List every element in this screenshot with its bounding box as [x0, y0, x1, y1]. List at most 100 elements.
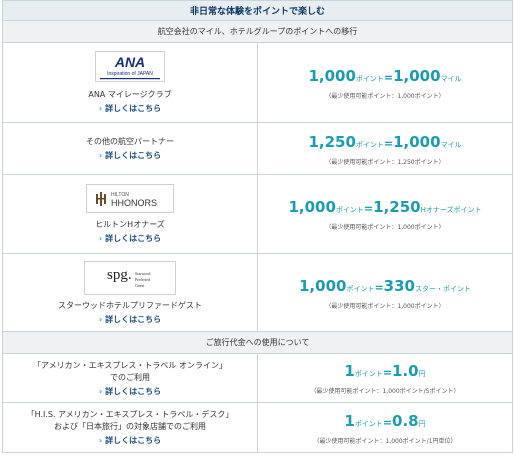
table-row: spg. Starwood Preferred Guest スターウッドホテルプ… [2, 253, 513, 332]
points-amount: 1,250 [308, 132, 356, 151]
points-amount: 1,000 [308, 66, 356, 85]
reward-amount: 1,250 [373, 198, 421, 216]
spg-logo-sub3: Guest [135, 283, 145, 288]
details-link-travel-online[interactable]: › 詳しくはこちら [99, 386, 161, 397]
points-unit: ポイント [355, 140, 384, 149]
hilton-hhonors-logo: HILTON HHONORS [86, 184, 174, 213]
conversion-rate: 1ポイント=0.8円 [258, 411, 512, 430]
ana-logo: ANA Inspiration of JAPAN [95, 51, 165, 82]
equals-sign: = [382, 366, 393, 379]
minimum-points-note: （最少使用可能ポイント：1,000ポイント） [325, 302, 445, 310]
rate-cell-his-desk: 1ポイント=0.8円 （最少使用可能ポイント：1,000ポイント/1円単位） [257, 402, 513, 453]
usage-line2: でのご利用 [110, 372, 150, 382]
minimum-points-note: （最少使用可能ポイント：1,250ポイント） [325, 158, 445, 166]
chevron-right-icon: › [98, 386, 103, 396]
rate-cell-travel-online: 1ポイント=1.0円 （最少使用可能ポイント：1,000ポイント/5ポイント） [257, 353, 513, 403]
points-amount: 1,000 [299, 276, 347, 295]
details-link-label: 詳しくはこちら [105, 151, 162, 160]
equals-sign: = [382, 415, 393, 429]
rate-cell-spg: 1,000ポイント=330スター・ポイント （最少使用可能ポイント：1,000ポ… [257, 253, 513, 332]
table-row: HILTON HHONORS ヒルトンHオナーズ › 詳しくはこちら 1,000ポ… [2, 174, 513, 254]
points-unit: ポイント [335, 206, 364, 214]
rate-cell-other-airlines: 1,250ポイント=1,000マイル （最少使用可能ポイント：1,250ポイント… [257, 122, 513, 175]
reward-unit: スター・ポイント [414, 284, 471, 293]
hilton-logo-line2: HHONORS [111, 198, 157, 208]
points-amount: 1,000 [288, 198, 336, 216]
table-row: 「アメリカン・エキスプレス・トラベル オンライン」 でのご利用 › 詳しくはこちら… [2, 353, 513, 403]
partner-name: スターウッドホテルプリファードゲスト [58, 300, 202, 310]
equals-sign: = [383, 136, 394, 150]
points-table-panel: 非日常な体験をポイントで楽しむ 航空会社のマイル、ホテルグループのポイントへの移… [0, 0, 515, 466]
details-link-ana[interactable]: › 詳しくはこちら [99, 103, 161, 114]
usage-line1: 「H.I.S. アメリカン・エキスプレス・トラベル・デスク」 [26, 410, 234, 419]
details-link-label: 詳しくはこちら [105, 234, 162, 243]
points-unit: ポイント [355, 74, 384, 83]
details-link-label: 詳しくはこちら [105, 436, 162, 445]
equals-sign: = [383, 70, 394, 84]
details-link-label: 詳しくはこちら [105, 386, 162, 396]
partner-cell-other-airlines: その他の航空パートナー › 詳しくはこちら [2, 122, 258, 175]
details-link-other-airlines[interactable]: › 詳しくはこちら [99, 150, 161, 161]
section-title-transfer: 航空会社のマイル、ホテルグループのポイントへの移行 [2, 20, 513, 43]
rate-cell-ana: 1,000ポイント=1,000マイル （最少使用可能ポイント：1,000ポイント… [257, 42, 513, 123]
chevron-right-icon: › [98, 314, 103, 324]
section-header-travel: ご旅行代金への使用について [2, 331, 513, 354]
details-link-label: 詳しくはこちら [105, 314, 162, 324]
minimum-points-note: （最少使用可能ポイント：1,000ポイント/5ポイント） [310, 388, 460, 395]
chevron-right-icon: › [98, 436, 103, 445]
table-row: ANA Inspiration of JAPAN ANA マイレージクラブ › 詳… [2, 42, 513, 123]
usage-line2: および「日本旅行」の対象店舗でのご利用 [54, 422, 206, 431]
reward-amount: 1,000 [393, 132, 441, 151]
reward-unit: 円 [418, 370, 426, 378]
partner-cell-hilton: HILTON HHONORS ヒルトンHオナーズ › 詳しくはこちら [2, 174, 258, 254]
points-table: 非日常な体験をポイントで楽しむ 航空会社のマイル、ホテルグループのポイントへの移… [2, 0, 513, 453]
reward-unit: マイル [440, 140, 462, 149]
spg-logo-wordmark: spg. [107, 267, 132, 283]
points-unit: ポイント [354, 370, 383, 378]
reward-amount: 330 [383, 276, 415, 295]
table-header-row: 非日常な体験をポイントで楽しむ [2, 0, 513, 21]
reward-amount: 1.0 [392, 362, 419, 380]
spg-logo-sub2: Preferred [135, 277, 150, 282]
partner-name: ANA マイレージクラブ [88, 90, 172, 99]
chevron-right-icon: › [98, 234, 103, 243]
details-link-his-desk[interactable]: › 詳しくはこちら [99, 435, 161, 446]
points-amount: 1 [344, 362, 355, 380]
spg-logo: spg. Starwood Preferred Guest [84, 260, 176, 295]
reward-amount: 1,000 [393, 66, 441, 85]
points-amount: 1 [344, 411, 355, 430]
points-unit: ポイント [354, 419, 383, 428]
section-header-transfer: 航空会社のマイル、ホテルグループのポイントへの移行 [2, 20, 513, 43]
equals-sign: = [374, 280, 384, 294]
conversion-rate: 1,000ポイント=1,000マイル [258, 66, 512, 85]
rate-cell-hilton: 1,000ポイント=1,250Hオナーズポイント （最少使用可能ポイント：1,0… [257, 174, 513, 254]
section-title-travel: ご旅行代金への使用について [2, 331, 513, 354]
table-row: その他の航空パートナー › 詳しくはこちら 1,250ポイント=1,000マイル … [2, 122, 513, 175]
ana-logo-wordmark: ANA [114, 54, 145, 70]
table-title: 非日常な体験をポイントで楽しむ [2, 0, 513, 21]
minimum-points-note: （最少使用可能ポイント：1,000ポイント） [325, 224, 445, 231]
partner-name: その他の航空パートナー [86, 137, 174, 146]
reward-unit: 円 [418, 419, 426, 428]
chevron-right-icon: › [98, 151, 103, 160]
reward-amount: 0.8 [392, 411, 419, 430]
usage-line1: 「アメリカン・エキスプレス・トラベル オンライン」 [33, 360, 227, 370]
equals-sign: = [363, 202, 374, 215]
usage-cell-his-desk: 「H.I.S. アメリカン・エキスプレス・トラベル・デスク」 および「日本旅行」… [2, 402, 258, 453]
details-link-hilton[interactable]: › 詳しくはこちら [99, 233, 161, 244]
spg-logo-sub1: Starwood [135, 271, 150, 276]
minimum-points-note: （最少使用可能ポイント：1,000ポイント/1円単位） [313, 437, 457, 445]
partner-cell-spg: spg. Starwood Preferred Guest スターウッドホテルプ… [2, 253, 258, 332]
conversion-rate: 1,000ポイント=1,250Hオナーズポイント [258, 197, 512, 216]
partner-name: ヒルトンHオナーズ [95, 220, 165, 229]
ana-logo-tagline: Inspiration of JAPAN [107, 71, 153, 77]
reward-unit: マイル [440, 74, 462, 83]
chevron-right-icon: › [98, 104, 103, 113]
partner-cell-ana: ANA Inspiration of JAPAN ANA マイレージクラブ › 詳… [2, 42, 258, 123]
conversion-rate: 1,250ポイント=1,000マイル [258, 132, 512, 151]
table-row: 「H.I.S. アメリカン・エキスプレス・トラベル・デスク」 および「日本旅行」… [2, 402, 513, 453]
details-link-spg[interactable]: › 詳しくはこちら [99, 314, 161, 325]
reward-unit: Hオナーズポイント [420, 206, 482, 214]
conversion-rate: 1ポイント=1.0円 [258, 361, 512, 380]
usage-cell-travel-online: 「アメリカン・エキスプレス・トラベル オンライン」 でのご利用 › 詳しくはこちら [2, 353, 258, 403]
